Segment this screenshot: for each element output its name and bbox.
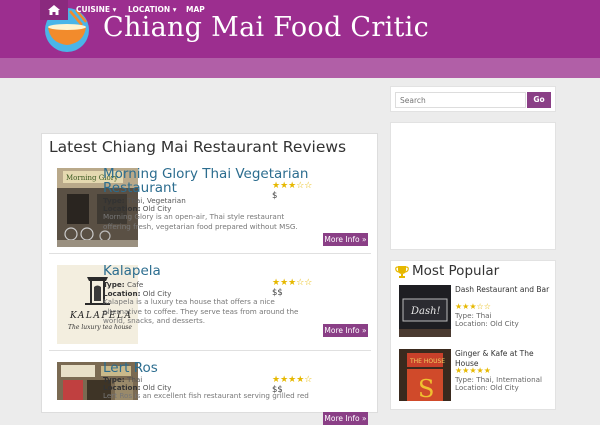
rating-stars: ★★★★☆ xyxy=(272,375,313,385)
svg-text:S: S xyxy=(418,375,434,401)
review-title-link[interactable]: Lert Ros xyxy=(103,361,158,375)
home-icon xyxy=(48,5,60,15)
rating-stars: ★★★☆☆ xyxy=(455,302,491,311)
nav-cuisine[interactable]: CUISINE ▾ xyxy=(76,5,116,14)
popular-location: Location: Old City xyxy=(455,319,519,328)
location-value: Old City xyxy=(490,383,519,392)
site-title[interactable]: Chiang Mai Food Critic xyxy=(103,12,429,43)
more-info-button[interactable]: More Info » xyxy=(323,324,368,337)
popular-location: Location: Old City xyxy=(455,383,519,392)
nav-home[interactable] xyxy=(40,0,68,20)
review-description: Kalapela is a luxury tea house that offe… xyxy=(103,297,299,325)
trophy-icon xyxy=(395,266,409,278)
main-nav xyxy=(0,58,600,78)
rating-stars: ★★★☆☆ xyxy=(272,181,313,191)
popular-thumbnail-ginger[interactable]: THE HOUSE S xyxy=(399,349,451,401)
review-title-link[interactable]: Kalapela xyxy=(103,264,161,278)
popular-thumbnail-dash[interactable]: Dash! xyxy=(399,285,451,337)
search-input[interactable] xyxy=(395,92,526,108)
rating-stars: ★★★☆☆ xyxy=(272,278,313,288)
divider xyxy=(49,350,371,351)
dash-sign-text: Dash! xyxy=(410,306,441,317)
search-go-button[interactable]: Go xyxy=(527,92,551,108)
divider xyxy=(49,253,371,254)
review-description: Lert Ros is an excellent fish restaurant… xyxy=(103,391,309,400)
review-description: Morning Glory is an open-air, Thai style… xyxy=(103,212,298,231)
price-level: $ xyxy=(272,191,278,201)
review-type: Type: Cafe xyxy=(103,280,143,289)
location-label: Location: xyxy=(455,319,488,328)
most-popular-title: Most Popular xyxy=(412,263,500,279)
more-info-button[interactable]: More Info » xyxy=(323,412,368,425)
type-label: Type: xyxy=(103,280,125,289)
sidebar-blank-panel xyxy=(390,122,556,250)
more-info-button[interactable]: More Info » xyxy=(323,233,368,246)
popular-item-link[interactable]: Dash Restaurant and Bar xyxy=(455,285,550,295)
page-title: Latest Chiang Mai Restaurant Reviews xyxy=(49,138,347,156)
nav-location[interactable]: LOCATION ▾ xyxy=(128,5,177,14)
location-value: Old City xyxy=(490,319,519,328)
location-label: Location: xyxy=(455,383,488,392)
rating-stars: ★★★★★ xyxy=(455,366,491,375)
nav-map[interactable]: MAP xyxy=(186,5,205,14)
house-sign-text: THE HOUSE xyxy=(409,358,445,365)
type-value: Cafe xyxy=(126,280,144,289)
